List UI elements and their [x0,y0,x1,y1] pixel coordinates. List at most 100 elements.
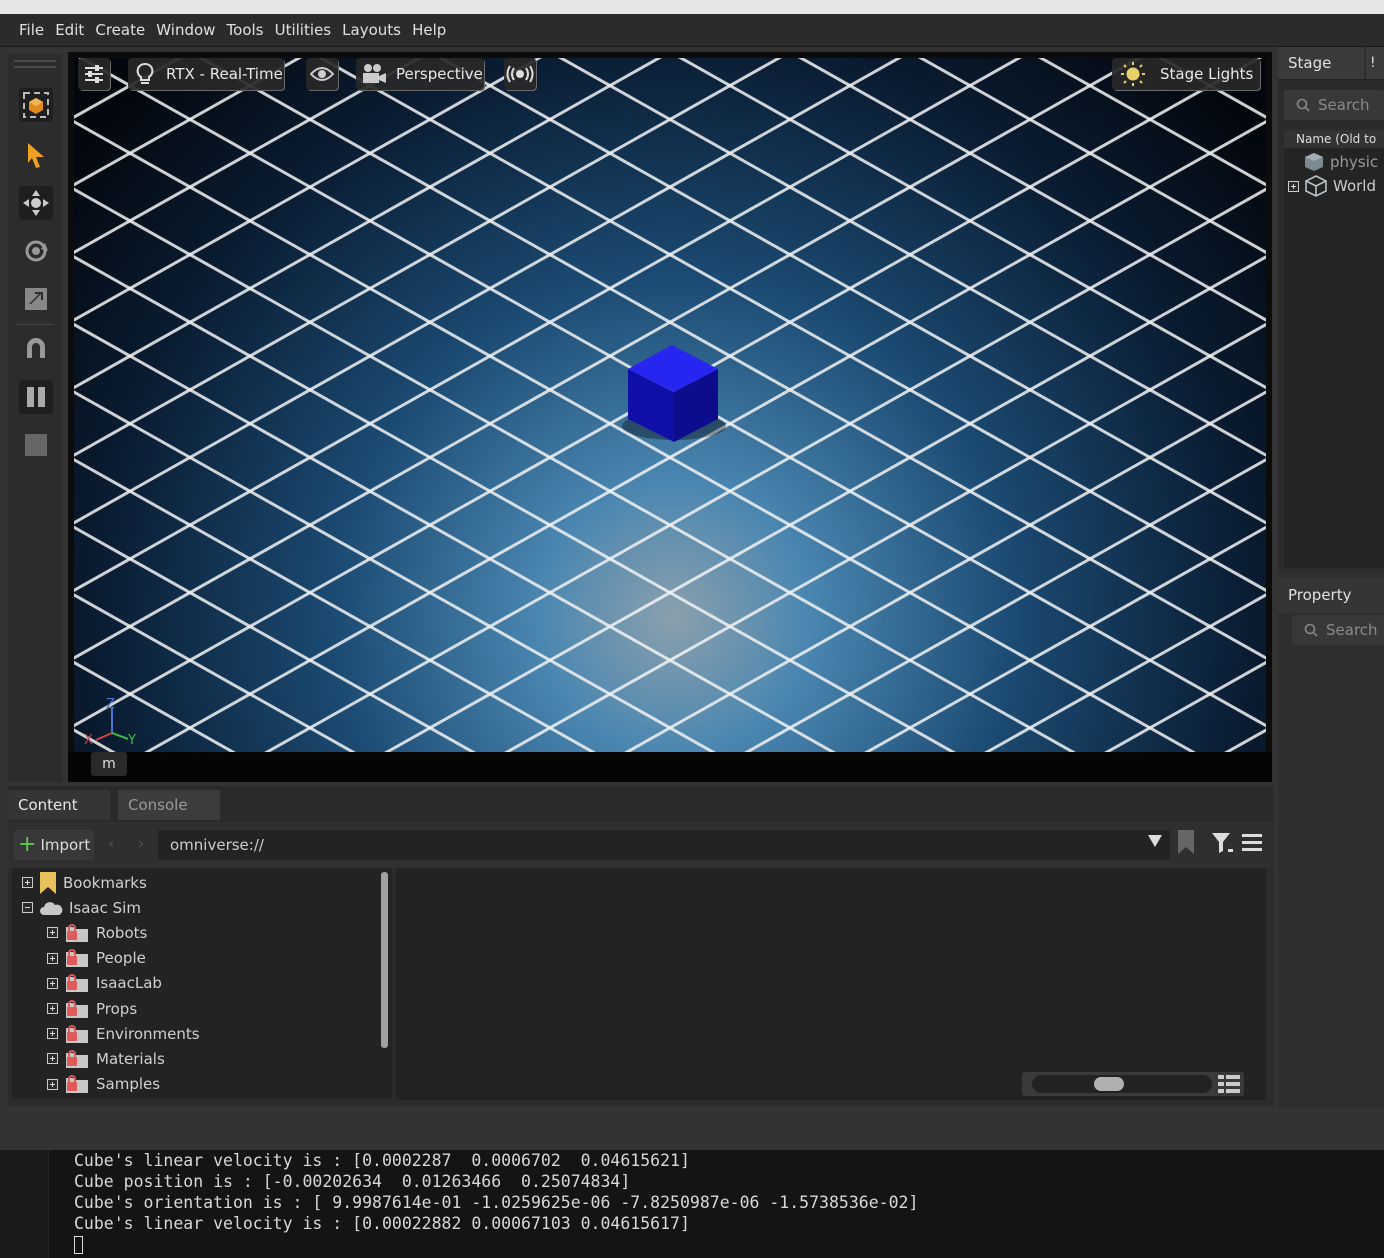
tab-property[interactable]: Property [1278,577,1384,613]
expand-icon[interactable] [47,927,58,939]
import-label: Import [40,836,91,854]
stage-search-input[interactable]: Search [1284,90,1384,120]
renderer-button[interactable]: RTX - Real-Time [128,58,284,90]
tab-content[interactable]: Content [8,790,110,820]
content-tree: Bookmarks Isaac Sim Robots People IsaacLab Pr… [12,868,392,1098]
menu-edit[interactable]: Edit [52,14,87,46]
terminal-output[interactable]: Cube's linear velocity is : [0.0002287 0… [0,1150,1384,1258]
visibility-button[interactable] [306,58,338,90]
menu-tools[interactable]: Tools [224,14,267,46]
stage-lights-button[interactable]: Stage Lights [1112,58,1260,90]
stage-item-physics[interactable]: physic [1304,151,1378,173]
file-browser-area[interactable] [396,868,1266,1100]
expand-icon[interactable] [22,877,33,888]
property-panel: Property Search [1278,577,1384,1150]
expand-icon[interactable] [47,1028,58,1040]
locked-folder-icon [64,948,90,968]
tree-item-label: IsaacLab [96,974,162,993]
menu-window[interactable]: Window [153,14,218,46]
tree-item-label: Bookmarks [63,873,147,892]
menu-utilities[interactable]: Utilities [272,14,334,46]
plus-icon: + [18,832,37,857]
camera-button[interactable]: Perspective [356,58,484,90]
tree-item-environments[interactable]: Environments [47,1021,200,1046]
property-search-placeholder: Search [1326,621,1378,639]
back-arrow-icon[interactable]: ‹ [108,834,114,853]
stage-panel: Search Name (Old to physic World [1278,79,1384,570]
tree-item-label: Materials [96,1049,165,1068]
import-button[interactable]: + Import [14,830,94,860]
tree-item-samples[interactable]: Samples [47,1072,160,1097]
expand-icon[interactable] [1288,180,1299,192]
window-title-strip [0,0,1384,14]
stage-panel-overflow: ! [1366,47,1384,79]
viewport-scene[interactable]: Z X Y [74,58,1266,752]
expand-icon[interactable] [47,977,58,989]
stage-item-world[interactable]: World [1288,175,1376,197]
tree-item-bookmarks[interactable]: Bookmarks [22,870,147,895]
scale-icon[interactable] [19,282,53,316]
left-toolbar [8,54,62,782]
tree-item-props[interactable]: Props [47,996,137,1021]
path-input[interactable]: omniverse:// [158,830,1170,860]
tab-stage[interactable]: Stage [1278,47,1364,79]
tree-item-people[interactable]: People [47,946,146,971]
menu-create[interactable]: Create [92,14,148,46]
arrow-select-icon[interactable] [19,138,53,172]
terminal-line: Cube's orientation is : [ 9.9987614e-01 … [74,1193,919,1212]
forward-arrow-icon[interactable]: › [138,834,144,853]
expand-icon[interactable] [47,952,58,964]
tree-item-isaaclab[interactable]: IsaacLab [47,971,162,996]
terminal-line: Cube position is : [-0.00202634 0.012634… [74,1172,631,1191]
tree-item-materials[interactable]: Materials [47,1046,165,1071]
pause-icon[interactable] [19,380,53,414]
content-toolbar: + Import ‹ › omniverse:// [8,822,1274,868]
move-icon[interactable] [19,186,53,220]
menu-file[interactable]: File [16,14,47,46]
broadcast-button[interactable] [504,58,536,90]
tree-scrollbar[interactable] [381,872,388,1048]
thumbnail-size-slider[interactable] [1022,1072,1244,1096]
rotate-icon[interactable] [19,234,53,268]
hamburger-menu-icon[interactable] [1242,834,1262,856]
viewport[interactable]: Z X Y m RTX - Real-Time Perspective Stag… [68,52,1272,782]
viewport-settings-button[interactable] [78,58,110,90]
stage-search-placeholder: Search [1318,96,1370,114]
tree-item-label: Environments [96,1024,200,1043]
stage-name-column-header[interactable]: Name (Old to [1284,130,1384,148]
path-dropdown-icon[interactable] [1148,832,1162,851]
slider-handle[interactable] [1094,1077,1124,1091]
locked-folder-icon [64,973,90,993]
search-icon [1304,623,1318,637]
locked-folder-icon [64,1074,90,1094]
expand-icon[interactable] [47,1078,58,1090]
grid-view-icon[interactable] [1218,1075,1240,1093]
tree-item-robots[interactable]: Robots [47,920,147,945]
stage-item-physics-label: physic [1330,153,1379,171]
bookmark-add-icon[interactable] [1178,830,1194,858]
broadcast-icon [506,65,534,83]
locked-folder-icon [64,999,90,1019]
filter-icon[interactable] [1212,832,1234,858]
terminal-line: Cube's linear velocity is : [0.00022882 … [74,1214,690,1233]
axis-y-label: Y [127,733,136,748]
menu-help[interactable]: Help [409,14,449,46]
tree-item-label: Robots [96,923,148,942]
expand-icon[interactable] [47,1003,58,1014]
stage-lights-label: Stage Lights [1160,65,1254,83]
sliders-icon [85,65,103,83]
select-mode-icon[interactable] [19,88,53,122]
tree-item-isaac-sim[interactable]: Isaac Sim [22,895,141,920]
movie-camera-icon [363,64,386,83]
terminal-cursor [74,1236,83,1254]
menu-layouts[interactable]: Layouts [339,14,404,46]
locked-folder-icon [64,923,90,943]
eye-icon [310,67,334,81]
property-search-input[interactable]: Search [1292,615,1384,645]
snap-magnet-icon[interactable] [19,332,53,366]
tab-console[interactable]: Console [118,790,220,820]
expand-icon[interactable] [47,1053,58,1065]
locked-folder-icon [64,1024,90,1044]
collapse-icon[interactable] [22,902,33,914]
stop-icon[interactable] [19,428,53,462]
